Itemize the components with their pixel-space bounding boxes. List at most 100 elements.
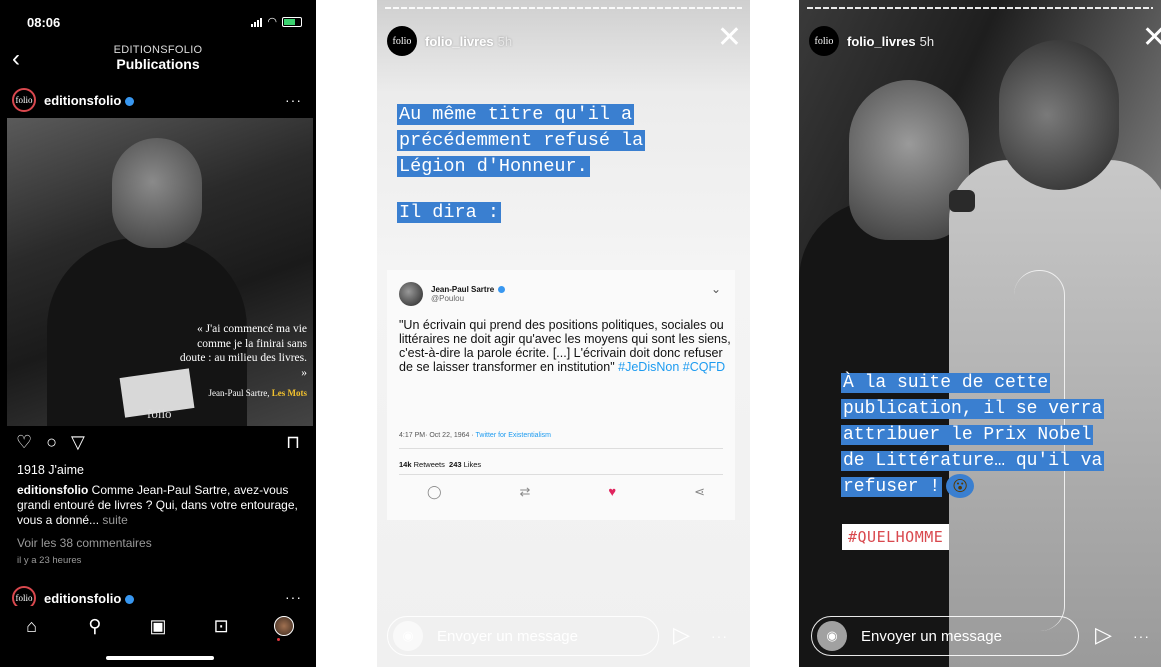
reels-icon[interactable]: ▣ bbox=[143, 616, 173, 637]
folio-watermark: folio bbox=[147, 406, 172, 421]
more-options-icon[interactable]: ··· bbox=[1133, 628, 1150, 644]
story-header[interactable]: folio folio_livres 5h bbox=[387, 26, 512, 56]
message-input[interactable]: ◉ Envoyer un message bbox=[387, 616, 659, 656]
story-username-row[interactable]: folio_livres 5h bbox=[425, 34, 512, 49]
story-header[interactable]: folio folio_livres 5h bbox=[809, 26, 934, 56]
bookmark-icon[interactable]: ⊓ bbox=[286, 432, 300, 453]
tweet-stats: 14k Retweets 243 Likes bbox=[399, 460, 481, 469]
post-photo[interactable]: « J'ai commencé ma vie comme je la finir… bbox=[7, 118, 313, 426]
tweet-card[interactable]: Jean-Paul Sartre @Poulou ⌄ "Un écrivain … bbox=[387, 270, 735, 520]
reply-icon: ◯ bbox=[427, 484, 442, 499]
post-actions: ♡ ○ ▽ bbox=[16, 432, 85, 453]
story-text-line: de Littérature… qu'il va bbox=[841, 451, 1105, 471]
heart-icon: ♥ bbox=[608, 484, 617, 499]
retweet-count: 14k bbox=[399, 460, 412, 469]
comment-icon[interactable]: ○ bbox=[46, 432, 57, 453]
photo-quote: « J'ai commencé ma vie comme je la finir… bbox=[179, 322, 307, 401]
story-screen-1: folio folio_livres 5h ✕ Au même titre qu'… bbox=[377, 0, 750, 667]
profile-avatar[interactable] bbox=[274, 616, 295, 636]
next-username[interactable]: editionsfolio bbox=[44, 591, 135, 606]
instagram-post-screen: 08:06 ◠ ‹ EDITIONSFOLIO Publications fol… bbox=[0, 0, 316, 667]
camera-icon[interactable]: ◉ bbox=[817, 621, 847, 651]
story-text-line: À la suite de cette bbox=[841, 373, 1051, 393]
story-username[interactable]: folio_livres bbox=[425, 34, 494, 49]
close-icon[interactable]: ✕ bbox=[1142, 20, 1161, 55]
story-text-block-1: Au même titre qu'il a précédemment refus… bbox=[397, 102, 646, 180]
divider bbox=[399, 474, 723, 475]
header-subtitle: EDITIONSFOLIO bbox=[113, 44, 203, 56]
story-text-line: Il dira : bbox=[397, 202, 501, 223]
story-screen-2: folio folio_livres 5h ✕ À la suite de cet… bbox=[799, 0, 1161, 667]
post-header[interactable]: folio editionsfolio bbox=[12, 88, 135, 112]
retweet-label: Retweets bbox=[413, 460, 445, 469]
page-title: Publications bbox=[116, 56, 200, 72]
tweet-text: "Un écrivain qui prend des positions pol… bbox=[399, 318, 734, 374]
story-avatar[interactable]: folio bbox=[387, 26, 417, 56]
profile-tab[interactable] bbox=[269, 616, 299, 641]
status-time: 08:06 bbox=[27, 15, 61, 30]
story-progress-bar bbox=[385, 7, 742, 9]
bottom-tab-bar: ⌂ ⚲ ▣ ⊡ bbox=[0, 606, 316, 646]
quote-author-name: Jean-Paul Sartre, bbox=[208, 388, 270, 398]
username-text[interactable]: editionsfolio bbox=[44, 93, 121, 108]
story-username-row[interactable]: folio_livres 5h bbox=[847, 34, 934, 49]
tweet-source: Twitter for Existentialism bbox=[475, 432, 551, 439]
tweet-date: 4:17 PM· Oct 22, 1964 · Twitter for Exis… bbox=[399, 432, 551, 439]
tweet-actions: ◯ ⇄ ♥ ⋖ bbox=[427, 484, 705, 500]
story-text-line: précédemment refusé la bbox=[397, 130, 646, 151]
story-time: 5h bbox=[919, 33, 935, 49]
message-placeholder: Envoyer un message bbox=[861, 627, 1002, 645]
surprised-emoji-icon: 😮 bbox=[946, 474, 975, 499]
photo-figure-head-2 bbox=[999, 40, 1119, 190]
avatar[interactable]: folio bbox=[12, 88, 36, 112]
shop-icon[interactable]: ⊡ bbox=[206, 616, 236, 637]
story-text-line: refuser ! bbox=[841, 477, 943, 497]
like-label: Likes bbox=[463, 460, 482, 469]
next-username-text[interactable]: editionsfolio bbox=[44, 591, 121, 606]
more-options-icon[interactable]: ··· bbox=[711, 628, 728, 644]
likes-count[interactable]: 1918 J'aime bbox=[17, 463, 84, 477]
share-icon: ⋖ bbox=[694, 484, 705, 499]
story-time: 5h bbox=[497, 33, 513, 49]
story-text-block-2: Il dira : bbox=[397, 200, 501, 226]
send-icon[interactable]: ▷ bbox=[1095, 622, 1112, 648]
battery-icon bbox=[282, 16, 302, 27]
story-text-block: À la suite de cette publication, il se v… bbox=[841, 370, 1141, 500]
message-input[interactable]: ◉ Envoyer un message bbox=[811, 616, 1079, 656]
signal-icon bbox=[251, 17, 263, 27]
verified-icon bbox=[125, 594, 135, 604]
status-icons: ◠ bbox=[251, 15, 302, 28]
story-username[interactable]: folio_livres bbox=[847, 34, 916, 49]
heart-icon[interactable]: ♡ bbox=[16, 432, 32, 453]
divider bbox=[399, 448, 723, 449]
more-options-icon[interactable]: ··· bbox=[285, 92, 302, 108]
close-icon[interactable]: ✕ bbox=[717, 20, 742, 55]
caption-username[interactable]: editionsfolio bbox=[17, 483, 88, 497]
home-icon[interactable]: ⌂ bbox=[17, 616, 47, 637]
story-avatar[interactable]: folio bbox=[809, 26, 839, 56]
notification-dot bbox=[277, 638, 281, 641]
post-username[interactable]: editionsfolio bbox=[44, 93, 135, 108]
send-icon[interactable]: ▷ bbox=[673, 622, 690, 648]
verified-icon bbox=[498, 286, 506, 294]
story-text-line: Au même titre qu'il a bbox=[397, 104, 635, 125]
home-indicator[interactable] bbox=[106, 656, 214, 660]
caption-more-link[interactable]: suite bbox=[102, 513, 127, 527]
photo-figure-head bbox=[112, 138, 202, 248]
tweet-avatar bbox=[399, 282, 423, 306]
story-text-line: Légion d'Honneur. bbox=[397, 156, 590, 177]
view-comments-link[interactable]: Voir les 38 commentaires bbox=[17, 536, 152, 550]
quote-book: Les Mots bbox=[271, 388, 307, 398]
next-more-options-icon[interactable]: ··· bbox=[285, 589, 302, 605]
hashtag-sticker[interactable]: #QUELHOMME bbox=[842, 524, 950, 550]
verified-icon bbox=[125, 96, 135, 106]
message-placeholder: Envoyer un message bbox=[437, 627, 578, 645]
story-progress-bar bbox=[807, 7, 1153, 9]
photo-microphone bbox=[949, 190, 975, 212]
search-icon[interactable]: ⚲ bbox=[80, 616, 110, 637]
camera-icon[interactable]: ◉ bbox=[393, 621, 423, 651]
post-timestamp: il y a 23 heures bbox=[17, 555, 82, 566]
share-icon[interactable]: ▽ bbox=[71, 432, 85, 453]
tweet-handle: @Poulou bbox=[431, 294, 465, 303]
retweet-icon: ⇄ bbox=[519, 484, 531, 499]
